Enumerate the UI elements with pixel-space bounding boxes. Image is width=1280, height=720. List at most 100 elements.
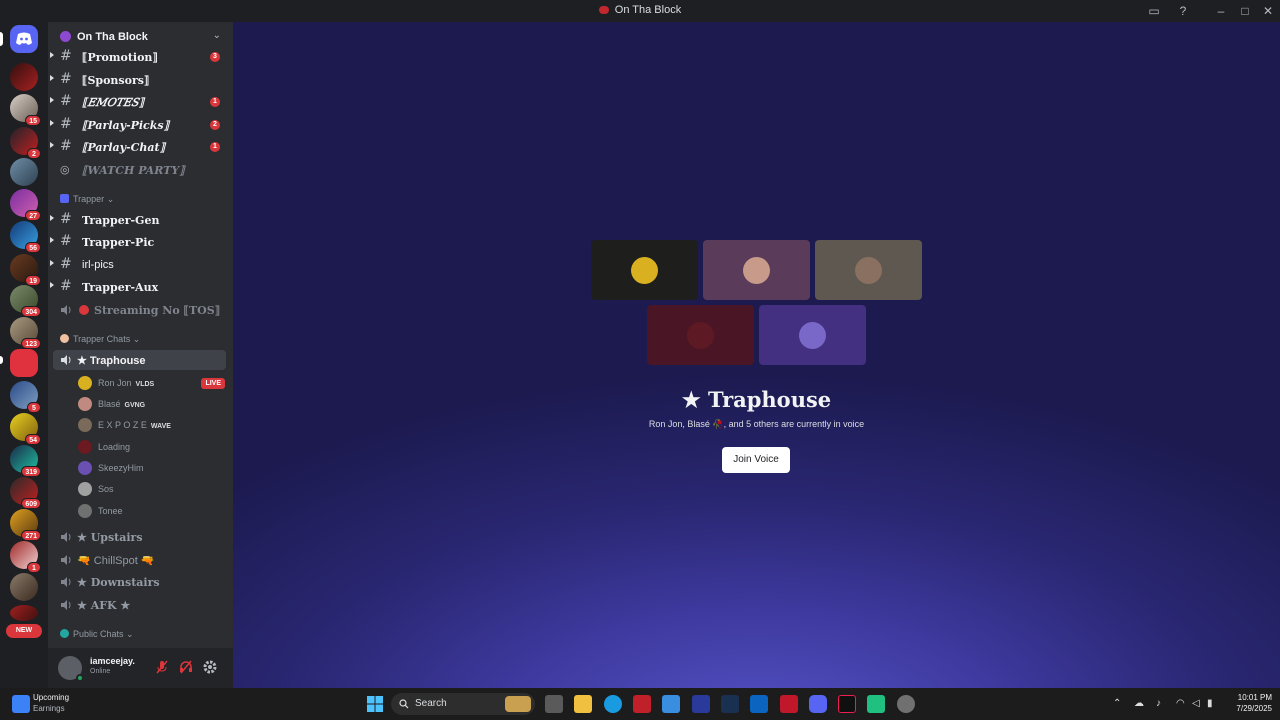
server-icon[interactable]: 609: [10, 477, 41, 509]
server-icon[interactable]: 1: [10, 541, 41, 573]
participant-tile[interactable]: [591, 240, 698, 300]
server-icon[interactable]: 15: [10, 94, 41, 126]
avatar: [855, 257, 882, 284]
voice-channel-traphouse[interactable]: ★ Traphouse: [53, 350, 226, 370]
settings-icon[interactable]: [897, 695, 915, 713]
channel-trapper-aux[interactable]: # Trapper-Aux: [50, 277, 226, 297]
file-explorer-icon[interactable]: [574, 695, 592, 713]
deafen-headphones-icon[interactable]: [178, 659, 194, 675]
join-voice-button[interactable]: Join Voice: [722, 447, 790, 473]
channel-promotion[interactable]: # ⟦Promotion⟧ 3: [50, 47, 226, 67]
server-icon[interactable]: 56: [10, 221, 41, 253]
channel-emotes[interactable]: # ⟦𝐸𝑀𝑂𝑇𝐸𝑆⟧ 1: [50, 92, 226, 112]
start-icon[interactable]: [366, 695, 384, 713]
tray-overflow-icon[interactable]: ⌃: [1113, 698, 1121, 709]
category-trapper[interactable]: Trapper ⌄: [60, 194, 114, 208]
voice-channel-afk[interactable]: ★ AFK ★: [53, 595, 226, 615]
voice-user-name: Loading: [98, 442, 131, 452]
mcafee-icon[interactable]: [633, 695, 651, 713]
username[interactable]: iamceejay.: [90, 656, 135, 666]
channel-watch-party[interactable]: ◎ ⟦WATCH PARTY⟧: [53, 160, 226, 180]
weather-widget-icon[interactable]: [12, 695, 30, 713]
participant-tile[interactable]: [759, 305, 866, 365]
voice-channel-upstairs[interactable]: ★ Upstairs: [53, 527, 226, 547]
voice-user[interactable]: Ron Jon VLDS LIVE: [78, 374, 228, 392]
hash-icon: #: [60, 71, 72, 87]
voice-channel-downstairs[interactable]: ★ Downstairs: [53, 572, 226, 592]
steam-icon[interactable]: [721, 695, 739, 713]
category-public-chats[interactable]: Public Chats ⌄: [60, 629, 134, 643]
minimize-button[interactable]: –: [1213, 3, 1229, 19]
microphone-icon[interactable]: ♪: [1156, 698, 1161, 709]
wifi-icon[interactable]: ◠: [1176, 698, 1185, 709]
server-icon[interactable]: 5: [10, 381, 41, 413]
edge-icon[interactable]: [604, 695, 622, 713]
voice-user[interactable]: Tonee: [78, 502, 228, 520]
paint-icon[interactable]: [662, 695, 680, 713]
channel-trapper-gen[interactable]: # Trapper-Gen: [50, 210, 226, 230]
discord-taskbar-icon[interactable]: [809, 695, 827, 713]
voice-user[interactable]: SkeezyHim: [78, 459, 228, 477]
server-icon[interactable]: 319: [10, 445, 41, 477]
channel-parlay-picks[interactable]: # ⟦Parlay-Picks⟧ 2: [50, 115, 226, 135]
collapse-arrow-icon: [50, 260, 54, 266]
server-icon[interactable]: 2: [10, 127, 41, 159]
help-icon[interactable]: ?: [1175, 3, 1191, 19]
voice-user[interactable]: Blasé GVNG: [78, 395, 228, 413]
new-servers-badge[interactable]: NEW: [6, 624, 42, 638]
server-icon[interactable]: [10, 63, 38, 91]
clock-date[interactable]: 7/29/2025: [1216, 704, 1272, 713]
app-green-icon[interactable]: [867, 695, 885, 713]
participant-tile[interactable]: [647, 305, 754, 365]
collapse-arrow-icon: [50, 120, 54, 126]
voice-channel-chillspot[interactable]: 🔫 ChillSpot 🔫: [53, 550, 226, 570]
voice-user[interactable]: Sos: [78, 480, 228, 498]
close-button[interactable]: ✕: [1260, 3, 1276, 19]
task-view-icon[interactable]: [545, 695, 563, 713]
app-l-icon[interactable]: [692, 695, 710, 713]
participant-tile[interactable]: [815, 240, 922, 300]
search-label: Search: [415, 698, 447, 709]
channel-trapper-pic[interactable]: # Trapper-Pic: [50, 232, 226, 252]
channel-parlay-chat[interactable]: # ⟦Parlay-Chat⟧ 1: [50, 137, 226, 157]
channel-sponsors[interactable]: # ⟦Sponsors⟧: [50, 70, 226, 90]
channel-irl-pics[interactable]: # irl-pics: [50, 255, 226, 275]
server-icon[interactable]: [10, 573, 38, 601]
inbox-icon[interactable]: ▭: [1146, 3, 1162, 19]
server-icon[interactable]: 54: [10, 413, 41, 445]
channel-streaming-no-tos[interactable]: Streaming No ⟦TOS⟧: [53, 300, 226, 320]
online-status-icon: [76, 674, 84, 682]
server-icon[interactable]: 19: [10, 254, 41, 286]
server-icon[interactable]: 123: [10, 317, 41, 349]
speaker-icon: [61, 532, 71, 542]
cloud-icon[interactable]: ☁: [1134, 698, 1144, 709]
outlook-icon[interactable]: [750, 695, 768, 713]
youtube-icon[interactable]: [780, 695, 798, 713]
avatar: [78, 440, 92, 454]
voice-user[interactable]: Loading: [78, 438, 228, 456]
widget-subtitle[interactable]: Earnings: [33, 704, 65, 713]
taskbar-search[interactable]: Search: [391, 693, 535, 715]
category-trapper-chats[interactable]: Trapper Chats ⌄: [60, 334, 140, 348]
server-icon[interactable]: 27: [10, 189, 41, 221]
participant-tile[interactable]: [703, 240, 810, 300]
home-button[interactable]: [10, 25, 38, 53]
server-icon[interactable]: [10, 605, 38, 621]
volume-icon[interactable]: ◁: [1192, 698, 1200, 709]
server-header[interactable]: On Tha Block ⌄: [48, 28, 233, 48]
tiktok-icon[interactable]: [838, 695, 856, 713]
server-icon[interactable]: [10, 158, 38, 186]
maximize-button[interactable]: □: [1237, 3, 1253, 19]
settings-gear-icon[interactable]: [202, 659, 218, 675]
clan-tag: VLDS: [135, 381, 155, 388]
server-icon[interactable]: 304: [10, 285, 41, 317]
voice-user[interactable]: E X P O Z E WAVE: [78, 416, 228, 434]
server-icon[interactable]: 271: [10, 509, 41, 541]
clock-time[interactable]: 10:01 PM: [1216, 693, 1272, 702]
battery-icon[interactable]: ▮: [1207, 698, 1213, 709]
server-icon[interactable]: [10, 349, 38, 377]
widget-title[interactable]: Upcoming: [33, 693, 69, 702]
channel-name: ⟦Parlay-Picks⟧: [82, 119, 170, 132]
mention-badge: 56: [25, 242, 41, 253]
mute-mic-icon[interactable]: [154, 659, 170, 675]
